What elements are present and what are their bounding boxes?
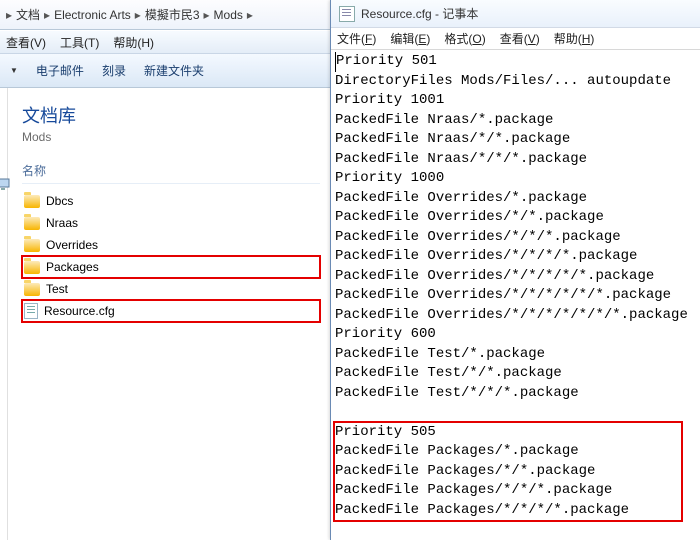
explorer-toolbar: ▼ 电子邮件 刻录 新建文件夹 [0, 54, 330, 88]
text-line: PackedFile Overrides/*/*/*/*/*/*.package [335, 286, 696, 306]
nav-pane [0, 88, 8, 540]
menu-file[interactable]: 文件(F) [337, 30, 376, 47]
text-line: Priority 1000 [335, 169, 696, 189]
file-item[interactable]: Resource.cfg [22, 300, 320, 322]
text-line: PackedFile Overrides/*/*/*.package [335, 228, 696, 248]
text-line: Priority 505 [335, 423, 696, 443]
text-line [335, 403, 696, 423]
explorer-body: 文档库 Mods 名称 Dbcs Nraas Overrides Packages Te… [0, 88, 330, 540]
toolbar-burn[interactable]: 刻录 [102, 62, 126, 79]
text-line: PackedFile Overrides/*/*/*/*.package [335, 247, 696, 267]
content-pane: 文档库 Mods 名称 Dbcs Nraas Overrides Packages Te… [8, 88, 330, 540]
text-line: PackedFile Nraas/*.package [335, 111, 696, 131]
text-line: Priority 501 [335, 52, 696, 72]
text-line: PackedFile Packages/*/*/*.package [335, 481, 696, 501]
text-line: PackedFile Test/*/*/*.package [335, 384, 696, 404]
item-label: Test [46, 282, 68, 296]
toolbar-newfolder[interactable]: 新建文件夹 [144, 62, 204, 79]
folder-icon [24, 239, 40, 252]
item-label: Packages [46, 260, 99, 274]
breadcrumb-item[interactable]: Electronic Arts [52, 8, 133, 22]
chevron-right-icon: ▸ [42, 8, 52, 22]
text-line: DirectoryFiles Mods/Files/... autoupdate [335, 72, 696, 92]
menu-help[interactable]: 帮助(H) [554, 30, 595, 47]
window-title: Resource.cfg - 记事本 [361, 5, 478, 22]
folder-item[interactable]: Overrides [22, 234, 320, 256]
text-line: PackedFile Overrides/*/*/*/*/*.package [335, 267, 696, 287]
text-line: PackedFile Test/*/*.package [335, 364, 696, 384]
notepad-titlebar[interactable]: Resource.cfg - 记事本 [331, 0, 700, 28]
notepad-menubar: 文件(F) 编辑(E) 格式(O) 查看(V) 帮助(H) [331, 28, 700, 50]
item-label: Resource.cfg [44, 304, 115, 318]
chevron-right-icon: ▸ [245, 8, 255, 22]
menu-view[interactable]: 查看(V) [6, 34, 46, 51]
explorer-window: ▸ 文档 ▸ Electronic Arts ▸ 模擬市民3 ▸ Mods ▸ … [0, 0, 330, 540]
folder-item[interactable]: Packages [22, 256, 320, 278]
menu-edit[interactable]: 编辑(E) [390, 30, 430, 47]
folder-icon [24, 261, 40, 274]
chevron-down-icon[interactable]: ▼ [10, 66, 18, 75]
text-line: PackedFile Packages/*/*/*/*.package [335, 501, 696, 521]
notepad-icon [339, 6, 355, 22]
text-line: PackedFile Packages/*/*.package [335, 462, 696, 482]
menu-help[interactable]: 帮助(H) [113, 34, 154, 51]
text-line: PackedFile Overrides/*/*.package [335, 208, 696, 228]
column-header-name[interactable]: 名称 [22, 162, 320, 184]
menu-tools[interactable]: 工具(T) [60, 34, 99, 51]
chevron-right-icon: ▸ [133, 8, 143, 22]
notepad-window: Resource.cfg - 记事本 文件(F) 编辑(E) 格式(O) 查看(… [330, 0, 700, 540]
text-line: PackedFile Nraas/*/*/*.package [335, 150, 696, 170]
item-label: Nraas [46, 216, 78, 230]
text-line: PackedFile Packages/*.package [335, 442, 696, 462]
file-list: Dbcs Nraas Overrides Packages Test Resource.c… [22, 190, 320, 322]
folder-icon [24, 283, 40, 296]
breadcrumb-item[interactable]: 文档 [14, 6, 42, 23]
toolbar-email[interactable]: 电子邮件 [36, 62, 84, 79]
library-subtitle: Mods [22, 130, 320, 144]
library-title: 文档库 [22, 102, 320, 128]
item-label: Dbcs [46, 194, 73, 208]
breadcrumb-item[interactable]: Mods [212, 8, 245, 22]
folder-item[interactable]: Nraas [22, 212, 320, 234]
breadcrumb[interactable]: ▸ 文档 ▸ Electronic Arts ▸ 模擬市民3 ▸ Mods ▸ [0, 0, 330, 30]
file-icon [24, 303, 38, 319]
text-line: PackedFile Nraas/*/*.package [335, 130, 696, 150]
folder-item[interactable]: Test [22, 278, 320, 300]
item-label: Overrides [46, 238, 98, 252]
text-line: PackedFile Test/*.package [335, 345, 696, 365]
explorer-menubar: 查看(V) 工具(T) 帮助(H) [0, 30, 330, 54]
breadcrumb-item[interactable]: 模擬市民3 [143, 6, 202, 23]
menu-view[interactable]: 查看(V) [500, 30, 540, 47]
text-line: Priority 1001 [335, 91, 696, 111]
text-line: PackedFile Overrides/*.package [335, 189, 696, 209]
menu-format[interactable]: 格式(O) [444, 30, 485, 47]
text-line: Priority 600 [335, 325, 696, 345]
folder-item[interactable]: Dbcs [22, 190, 320, 212]
folder-icon [24, 195, 40, 208]
monitor-icon [0, 178, 12, 192]
chevron-right-icon: ▸ [202, 8, 212, 22]
chevron-right-icon: ▸ [4, 8, 14, 22]
notepad-textarea[interactable]: Priority 501DirectoryFiles Mods/Files/..… [331, 50, 700, 522]
text-line: PackedFile Overrides/*/*/*/*/*/*/*.packa… [335, 306, 696, 326]
folder-icon [24, 217, 40, 230]
